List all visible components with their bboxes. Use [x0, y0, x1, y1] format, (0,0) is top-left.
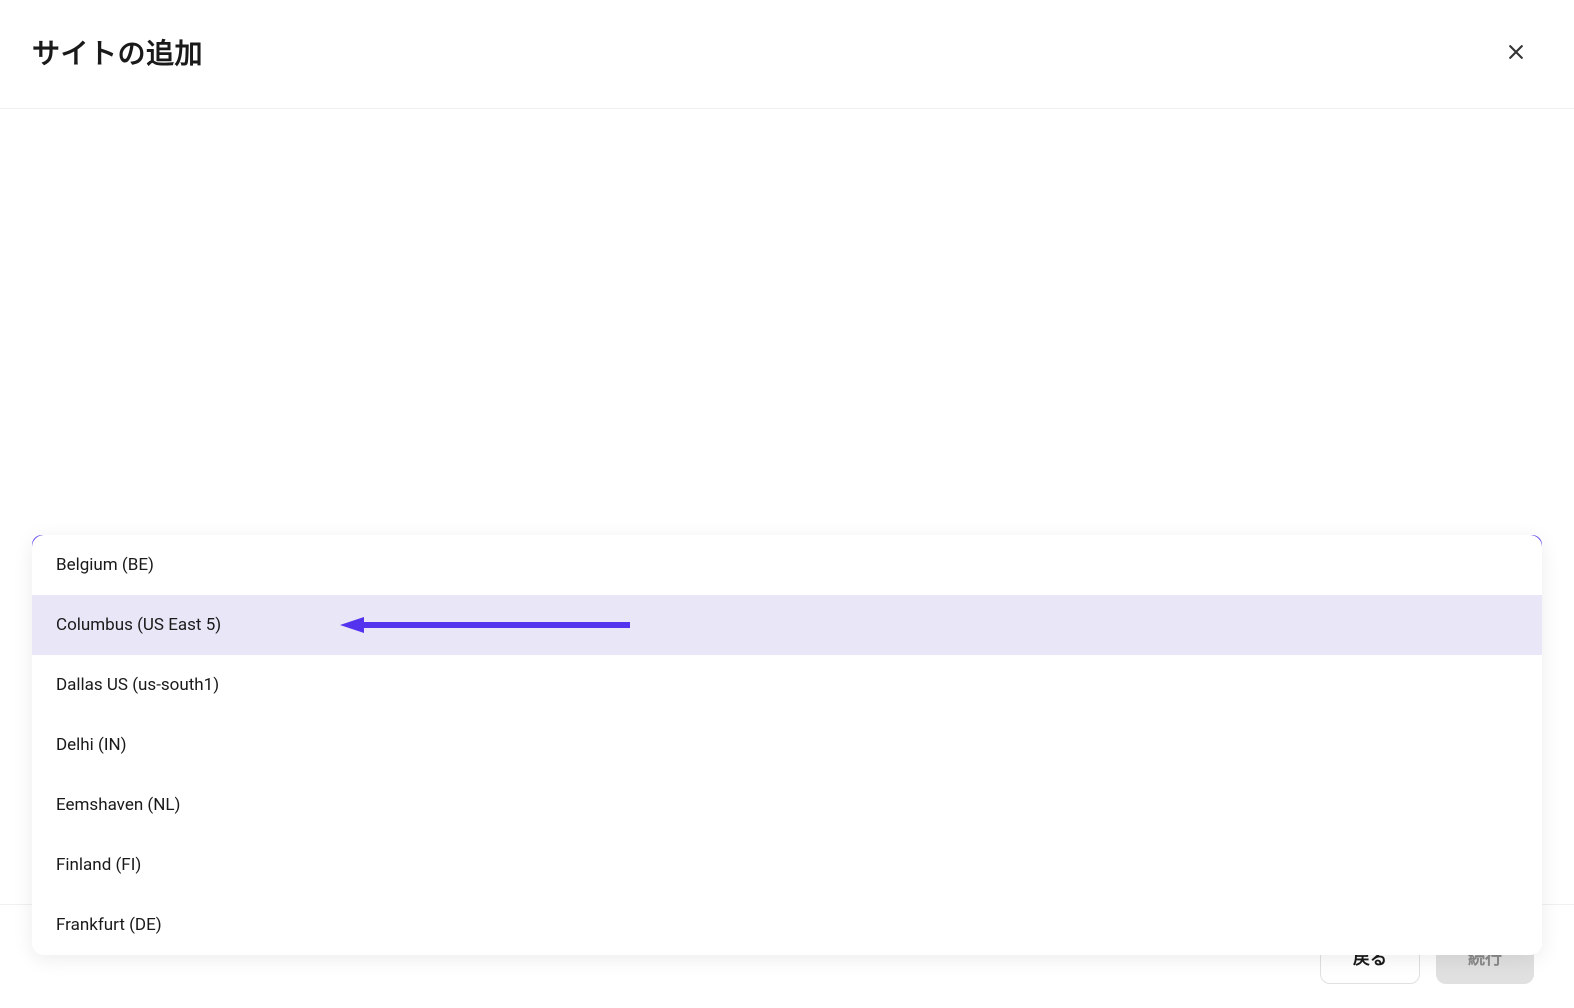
- close-button[interactable]: [1498, 34, 1534, 70]
- dropdown-item-finland[interactable]: Finland (FI): [32, 835, 1542, 895]
- dropdown-item-eemshaven[interactable]: Eemshaven (NL): [32, 775, 1542, 835]
- page-title: サイトの追加: [32, 32, 203, 72]
- dropdown-item-columbus[interactable]: Columbus (US East 5): [32, 595, 1542, 655]
- modal-content: Belgium (BE) Columbus (US East 5) Dallas…: [0, 535, 1574, 700]
- close-icon: [1506, 42, 1526, 62]
- dropdown-item-label: Columbus (US East 5): [56, 615, 221, 635]
- highlight-arrow-annotation: [340, 615, 630, 635]
- dropdown-item-frankfurt[interactable]: Frankfurt (DE): [32, 895, 1542, 955]
- arrow-left-icon: [340, 615, 630, 635]
- dropdown-item-belgium[interactable]: Belgium (BE): [32, 535, 1542, 595]
- dropdown-item-delhi[interactable]: Delhi (IN): [32, 715, 1542, 775]
- dropdown-item-dallas[interactable]: Dallas US (us-south1): [32, 655, 1542, 715]
- modal-header: サイトの追加: [0, 0, 1574, 109]
- location-dropdown-panel: Belgium (BE) Columbus (US East 5) Dallas…: [32, 535, 1542, 955]
